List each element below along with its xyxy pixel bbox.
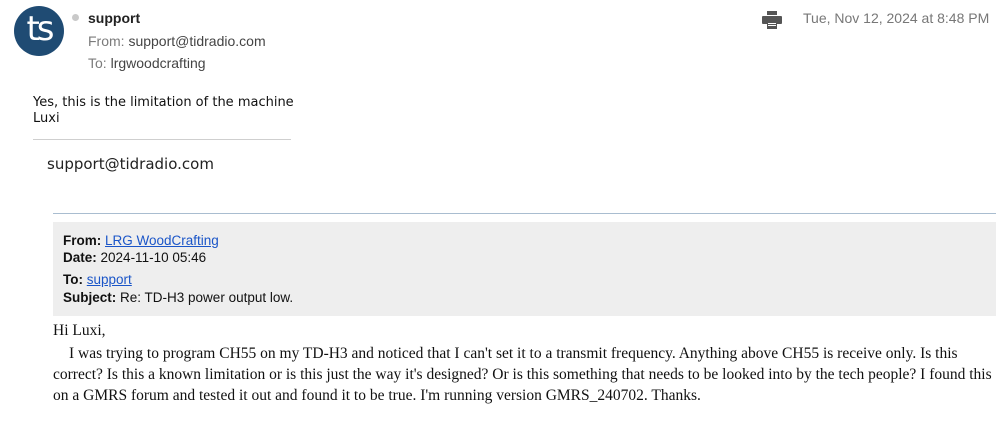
from-address[interactable]: support@tidradio.com bbox=[128, 33, 265, 49]
to-label: To: bbox=[88, 55, 107, 71]
message-date: Tue, Nov 12, 2024 at 8:48 PM bbox=[803, 10, 990, 26]
quoted-subject-line: Subject: Re: TD-H3 power output low. bbox=[63, 290, 293, 305]
avatar[interactable]: ts bbox=[14, 6, 64, 56]
quote-divider bbox=[53, 213, 996, 214]
quoted-from-link[interactable]: LRG WoodCrafting bbox=[105, 233, 219, 248]
quoted-to-line: To: support bbox=[63, 272, 132, 287]
quoted-date-label: Date: bbox=[63, 250, 97, 265]
from-line: From: support@tidradio.com bbox=[88, 33, 266, 49]
quoted-from-line: From: LRG WoodCrafting bbox=[63, 233, 219, 248]
quoted-subject-label: Subject: bbox=[63, 290, 117, 305]
quoted-greeting: Hi Luxi, bbox=[53, 322, 106, 339]
quoted-subject-value: Re: TD-H3 power output low. bbox=[120, 290, 294, 305]
to-address[interactable]: lrgwoodcrafting bbox=[111, 55, 206, 71]
avatar-initials: ts bbox=[26, 9, 54, 49]
quoted-body: I was trying to program CH55 on my TD-H3… bbox=[53, 345, 992, 404]
quoted-to-link[interactable]: support bbox=[87, 272, 132, 287]
reply-signoff: Luxi bbox=[33, 111, 60, 126]
quoted-to-label: To: bbox=[63, 272, 83, 287]
reply-body: Yes, this is the limitation of the machi… bbox=[33, 95, 294, 127]
presence-indicator bbox=[72, 14, 79, 21]
sender-name[interactable]: support bbox=[88, 10, 140, 26]
reply-line: Yes, this is the limitation of the machi… bbox=[33, 95, 294, 110]
signature: support@tidradio.com bbox=[47, 155, 214, 173]
to-line: To: lrgwoodcrafting bbox=[88, 55, 206, 71]
printer-icon[interactable] bbox=[762, 11, 782, 29]
signature-divider bbox=[33, 139, 291, 140]
from-label: From: bbox=[88, 33, 125, 49]
quoted-header: From: LRG WoodCrafting Date: 2024-11-10 … bbox=[53, 222, 996, 316]
quoted-date-line: Date: 2024-11-10 05:46 bbox=[63, 250, 206, 265]
quoted-from-label: From: bbox=[63, 233, 102, 248]
quoted-date-value: 2024-11-10 05:46 bbox=[100, 250, 207, 265]
